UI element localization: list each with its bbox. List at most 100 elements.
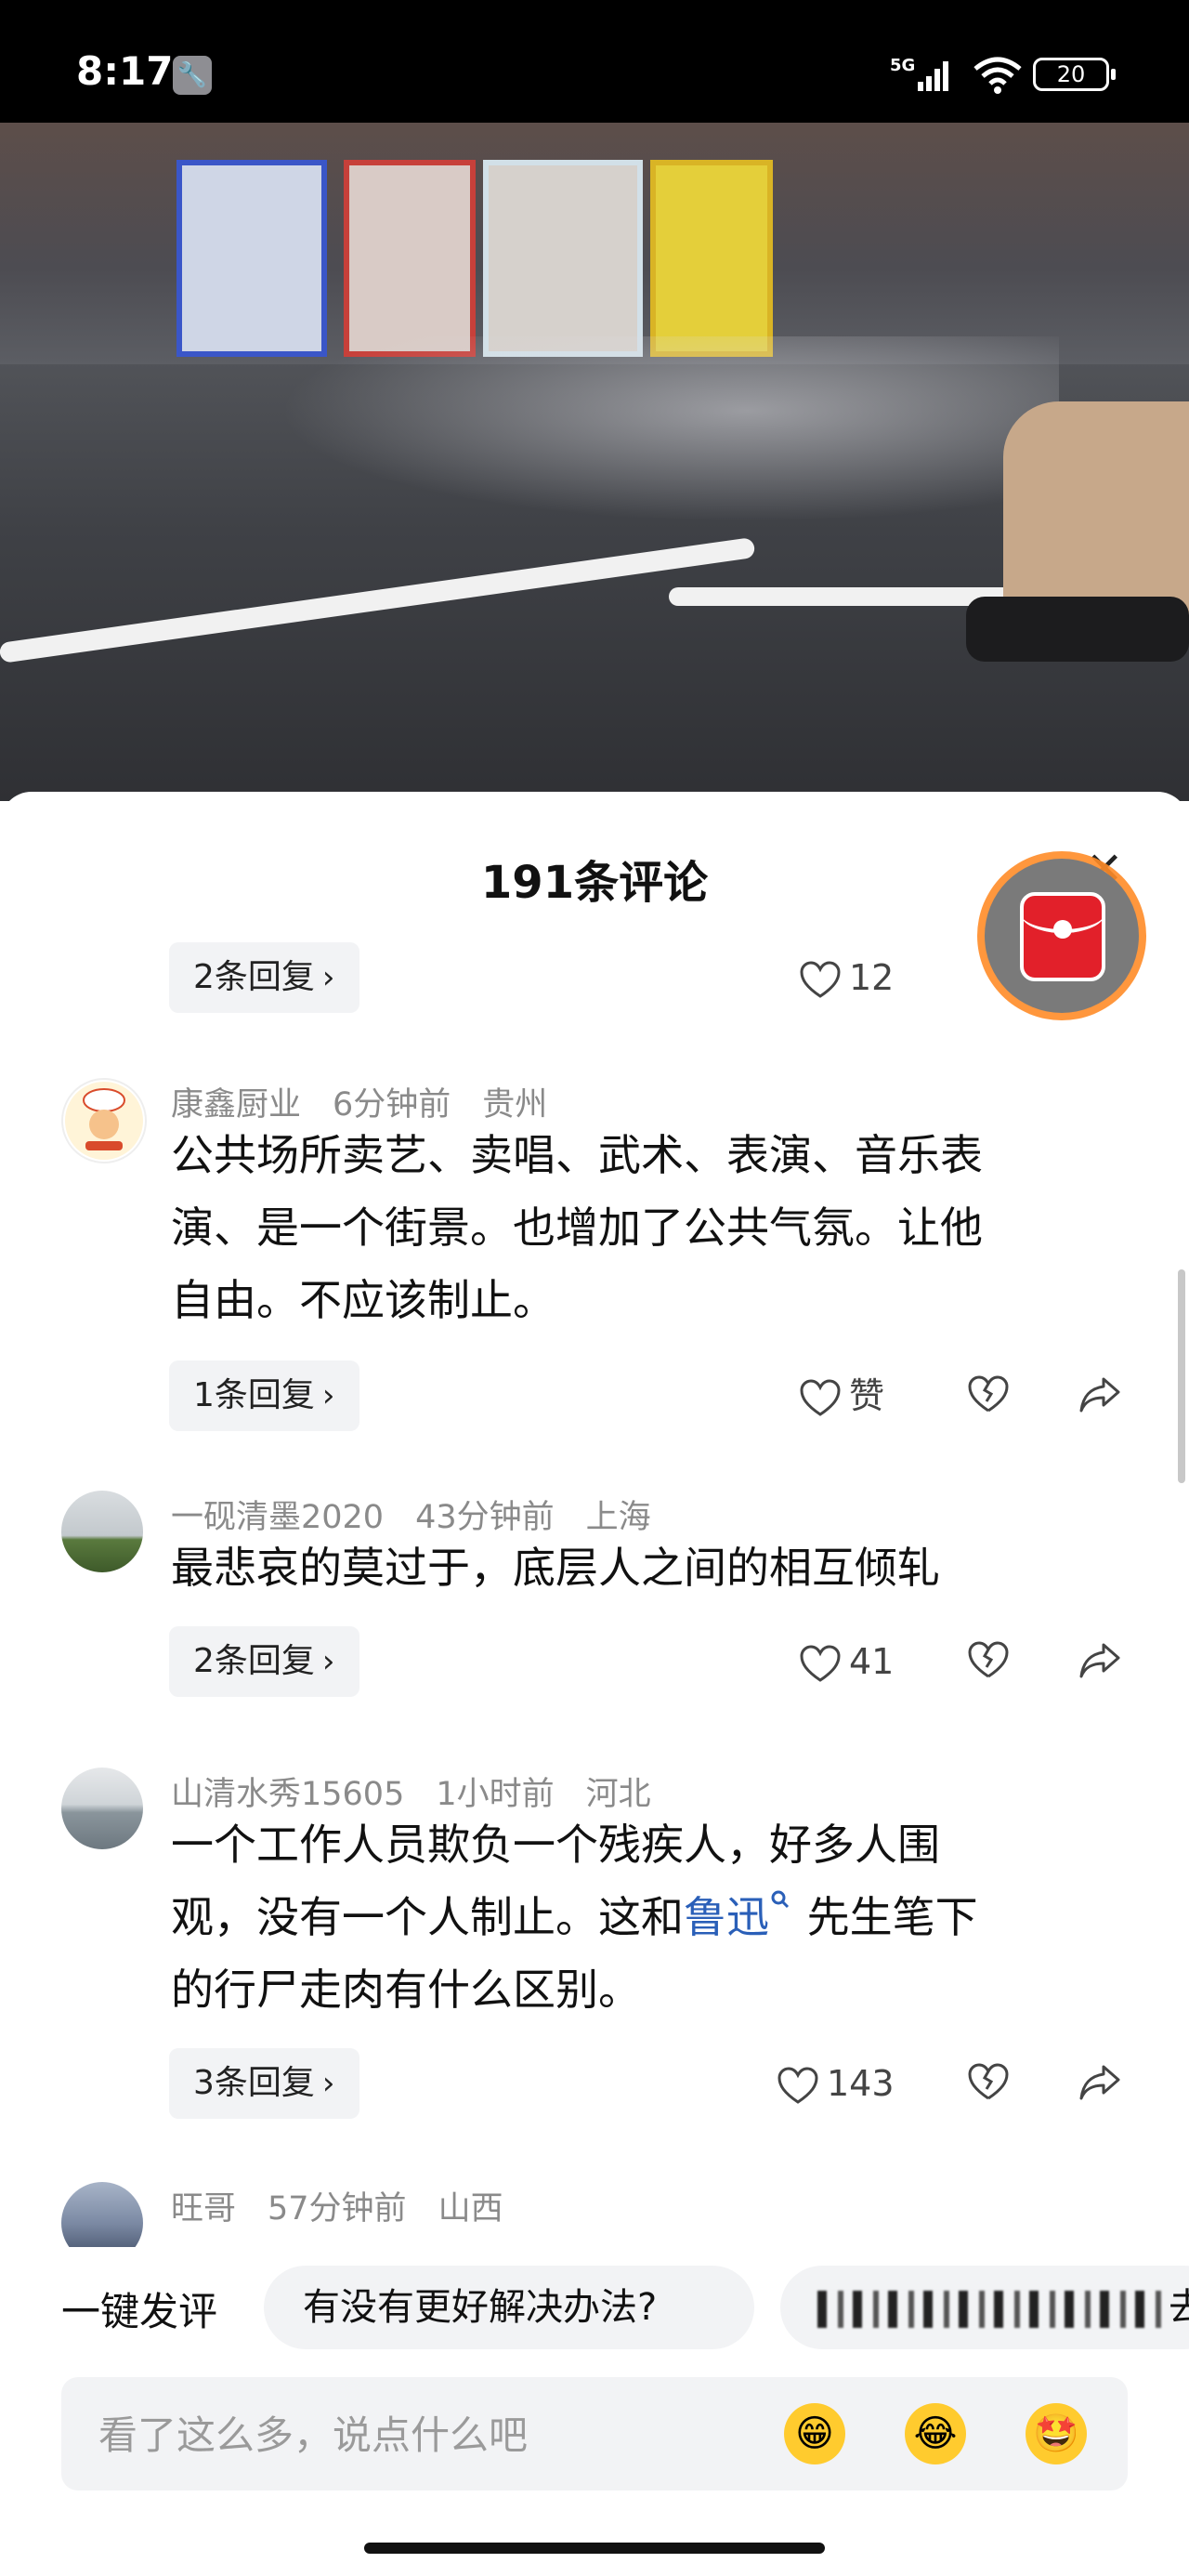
share-icon[interactable] [1078, 2061, 1122, 2102]
comment-text: 一个工作人员欺负一个残疾人，好多人围 观，没有一个人制止。这和鲁迅 先生笔下 的… [171, 1808, 1109, 2026]
chevron-right-icon: › [321, 2065, 335, 2102]
comment-username[interactable]: 山清水秀15605 [171, 1776, 404, 1813]
reply-count-label: 3条回复 [193, 2064, 315, 2102]
dislike-broken-heart-icon[interactable] [966, 2061, 1011, 2102]
heart-icon [777, 2066, 818, 2104]
comment-input-bar: 😁 😂 🤩 [61, 2377, 1128, 2492]
chevron-right-icon: › [321, 1643, 335, 1680]
chevron-right-icon: › [321, 1377, 335, 1414]
comment-username[interactable]: 康鑫厨业 [171, 1086, 301, 1124]
comment-input[interactable] [97, 2377, 751, 2492]
red-packet-button[interactable] [985, 859, 1139, 1013]
comment-line: 一个工作人员欺负一个残疾人，好多人围 [171, 1820, 940, 1870]
like-button[interactable]: 12 [799, 950, 894, 1005]
status-bar: 8:17 🔧 5G 20 [0, 0, 1189, 123]
comment-time: 43分钟前 [415, 1499, 555, 1536]
keyword-link-text: 鲁迅 [684, 1892, 769, 1942]
hose [0, 536, 756, 664]
blurred-text [817, 2291, 1161, 2328]
star-struck-emoji-icon[interactable]: 🤩 [1026, 2403, 1087, 2464]
comment-actions: 143 [777, 2056, 1148, 2111]
comment-meta: 旺哥 57分钟前 山西 [171, 2182, 535, 2229]
comment-actions: 赞 [799, 1368, 1170, 1424]
reply-expand-button[interactable]: 3条回复 › [169, 2048, 359, 2119]
comment-location: 河北 [585, 1776, 651, 1813]
quick-reply-row: 一键发评 有没有更好解决办法? 去 [0, 2260, 1189, 2353]
heart-icon [800, 1378, 841, 1416]
heart-icon [800, 1644, 841, 1682]
avatar[interactable] [61, 1078, 147, 1163]
quick-reply-chip[interactable]: 有没有更好解决办法? [264, 2266, 754, 2349]
comment-item: 一砚清墨2020 43分钟前 上海 最悲哀的莫过于，底层人之间的相互倾轧 2条回复 ›… [0, 1491, 1189, 1723]
keyword-search-link[interactable]: 鲁迅 [684, 1890, 793, 1942]
comment-location: 贵州 [482, 1086, 548, 1124]
reply-count-label: 1条回复 [193, 1376, 315, 1414]
wrench-icon: 🔧 [173, 56, 212, 95]
chef-avatar-icon [65, 1082, 143, 1160]
comment-line: 观，没有一个人制止。这和鲁迅 先生笔下 [171, 1881, 1109, 1953]
comment-item: 山清水秀15605 1小时前 河北 一个工作人员欺负一个残疾人，好多人围 观，没有一… [0, 1768, 1189, 2158]
comment-item: 旺哥 57分钟前 山西 [0, 2182, 1189, 2247]
comment-text-segment: 先生笔下 [793, 1892, 978, 1942]
grinning-emoji-icon[interactable]: 😁 [784, 2403, 845, 2464]
comment-text: 最悲哀的莫过于，底层人之间的相互倾轧 [171, 1531, 1109, 1604]
chip-text-tail: 去 [1169, 2286, 1189, 2329]
laughing-tears-emoji-icon[interactable]: 😂 [905, 2403, 966, 2464]
network-label: 5G [890, 56, 915, 75]
red-envelope-icon [1020, 892, 1105, 981]
like-button[interactable]: 赞 [799, 1368, 884, 1424]
share-icon[interactable] [1078, 1373, 1122, 1414]
status-time: 8:17 [76, 48, 174, 94]
quick-reply-label: 一键发评 [61, 2289, 218, 2334]
person-legs [966, 597, 1189, 662]
comment-actions: 41 [799, 1634, 1170, 1689]
heart-icon [800, 960, 841, 998]
quick-reply-chip[interactable]: 去 [780, 2266, 1189, 2349]
comment-line: 演、是一个街景。也增加了公共气氛。让他 [171, 1203, 983, 1253]
comment-location: 上海 [585, 1499, 651, 1536]
dislike-broken-heart-icon[interactable] [966, 1639, 1011, 1680]
like-count: 12 [849, 957, 895, 998]
comment-line: 自由。不应该制止。 [171, 1275, 555, 1325]
wifi-icon [973, 57, 1022, 94]
reply-expand-button[interactable]: 2条回复 › [169, 942, 359, 1013]
dislike-broken-heart-icon[interactable] [966, 1373, 1011, 1414]
cellular-signal-icon: 5G [890, 56, 948, 91]
comment-time: 57分钟前 [268, 2190, 407, 2228]
comment-time: 1小时前 [436, 1776, 555, 1813]
battery-icon: 20 [1033, 58, 1116, 91]
reply-expand-button[interactable]: 1条回复 › [169, 1360, 359, 1431]
avatar[interactable] [61, 1491, 143, 1572]
chevron-right-icon: › [321, 959, 335, 996]
comment-text-segment: 观，没有一个人制止。这和 [171, 1892, 684, 1942]
home-indicator[interactable] [364, 2543, 825, 2554]
comment-item: 康鑫厨业 6分钟前 贵州 公共场所卖艺、卖唱、武术、表演、音乐表 演、是一个街景。也… [0, 1078, 1189, 1431]
comment-time: 6分钟前 [333, 1086, 451, 1124]
like-count: 143 [827, 2063, 895, 2104]
sign-letter [176, 160, 327, 357]
reply-count-label: 2条回复 [193, 1642, 315, 1680]
video-player[interactable] [0, 123, 1189, 801]
search-icon [771, 1890, 790, 1909]
comment-location: 山西 [438, 2190, 503, 2228]
reply-expand-button[interactable]: 2条回复 › [169, 1626, 359, 1697]
comment-text: 公共场所卖艺、卖唱、武术、表演、音乐表 演、是一个街景。也增加了公共气氛。让他 … [171, 1119, 1109, 1336]
avatar[interactable] [61, 1768, 143, 1849]
comment-line: 公共场所卖艺、卖唱、武术、表演、音乐表 [171, 1130, 983, 1180]
comment-line: 最悲哀的莫过于，底层人之间的相互倾轧 [171, 1543, 940, 1593]
sign-letter [483, 160, 643, 357]
like-count: 41 [849, 1641, 895, 1682]
scrollbar[interactable] [1178, 1269, 1185, 1483]
comment-username[interactable]: 一砚清墨2020 [171, 1499, 384, 1536]
share-icon[interactable] [1078, 1639, 1122, 1680]
reply-count-label: 2条回复 [193, 958, 315, 996]
like-count: 赞 [849, 1375, 885, 1416]
like-button[interactable]: 143 [777, 2056, 895, 2111]
water-spray [279, 336, 1059, 522]
avatar[interactable] [61, 2182, 143, 2247]
sign-letter [650, 160, 773, 357]
comment-line: 的行尸走肉有什么区别。 [171, 1965, 641, 2015]
comment-username[interactable]: 旺哥 [171, 2190, 236, 2228]
like-button[interactable]: 41 [799, 1634, 894, 1689]
sign-letter [344, 160, 476, 357]
